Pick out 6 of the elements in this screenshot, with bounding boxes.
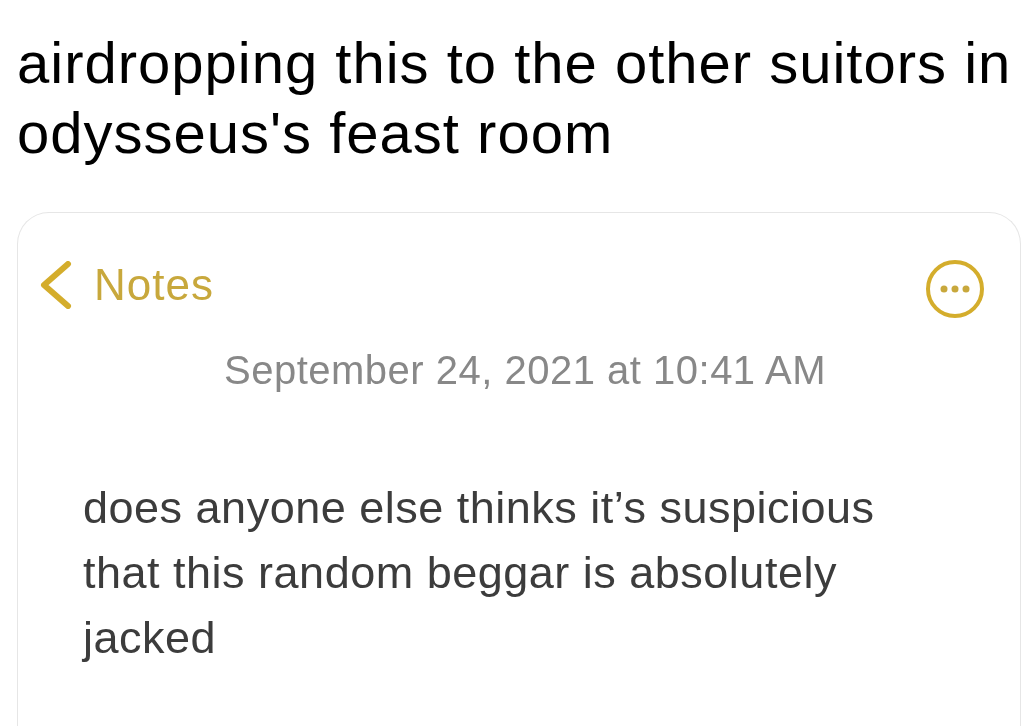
more-icon[interactable] [925,259,985,319]
chevron-left-icon [38,261,74,309]
back-button[interactable]: Notes [38,260,214,310]
note-timestamp: September 24, 2021 at 10:41 AM [223,347,827,394]
post-text: airdropping this to the other suitors in odysseus's feast room [17,29,1013,167]
note-body: does anyone else thinks it’s suspicious that this random beggar is absolutely jacked [83,481,876,665]
